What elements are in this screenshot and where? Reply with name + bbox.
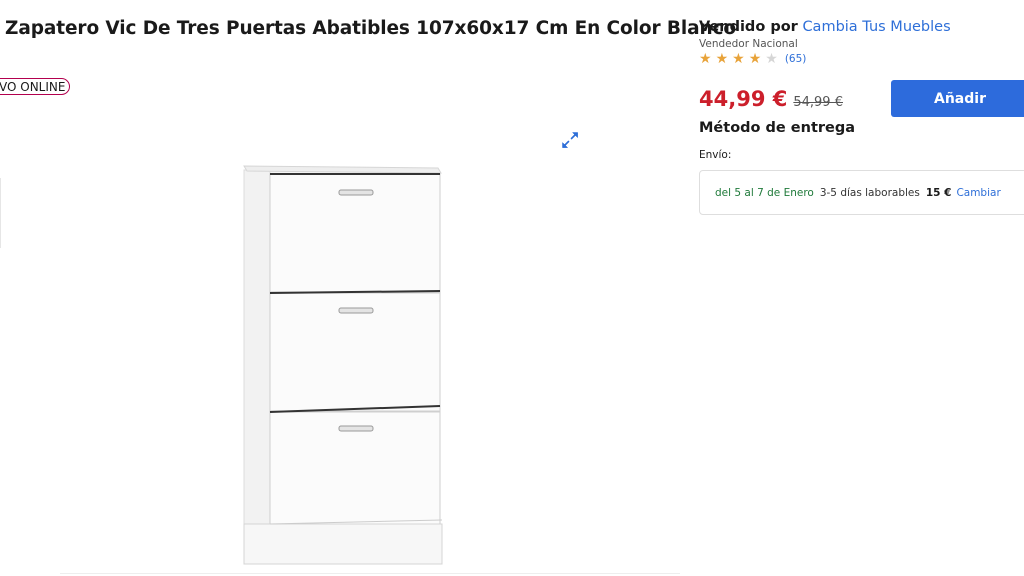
- expand-arrows-icon[interactable]: [561, 131, 579, 149]
- current-price: 44,99 €: [699, 87, 788, 111]
- shipping-days: 3-5 días laborables: [819, 186, 920, 199]
- old-price: 54,99 €: [793, 95, 843, 110]
- delivery-method-heading: Método de entrega: [699, 120, 856, 136]
- star-icon: ★: [699, 51, 712, 67]
- review-count-link[interactable]: (65): [785, 53, 807, 65]
- online-badge: VO ONLINE: [0, 78, 71, 95]
- gallery-thumbnail-edge: [0, 178, 1, 248]
- seller-line: Vendido por Cambia Tus Muebles: [699, 19, 951, 35]
- gallery-divider: [60, 573, 680, 574]
- seller-rating[interactable]: ★ ★ ★ ★ ★ (65): [699, 51, 806, 67]
- add-to-cart-button[interactable]: Añadir: [891, 80, 1024, 117]
- sold-by-label: Vendido por: [699, 19, 798, 35]
- price-row: 44,99 € 54,99 €: [699, 87, 843, 111]
- star-icon: ★: [715, 51, 729, 67]
- shipping-cost: 15 €: [925, 186, 952, 199]
- star-icon: ★: [732, 51, 745, 67]
- product-title: Zapatero Vic De Tres Puertas Abatibles 1…: [5, 18, 737, 39]
- product-image[interactable]: [238, 160, 450, 570]
- seller-type: Vendedor Nacional: [699, 38, 798, 50]
- change-shipping-link[interactable]: Cambiar: [956, 187, 1000, 199]
- shipping-label: Envío:: [699, 149, 732, 161]
- shipping-dates: del 5 al 7 de Enero: [715, 186, 814, 199]
- star-empty-icon: ★: [765, 51, 778, 67]
- shipping-option[interactable]: del 5 al 7 de Enero 3-5 días laborables …: [699, 170, 1024, 215]
- seller-name-link[interactable]: Cambia Tus Muebles: [802, 19, 950, 35]
- product-page: Zapatero Vic De Tres Puertas Abatibles 1…: [0, 0, 1024, 576]
- star-icon: ★: [748, 51, 762, 67]
- shoe-cabinet-illustration: [243, 165, 443, 565]
